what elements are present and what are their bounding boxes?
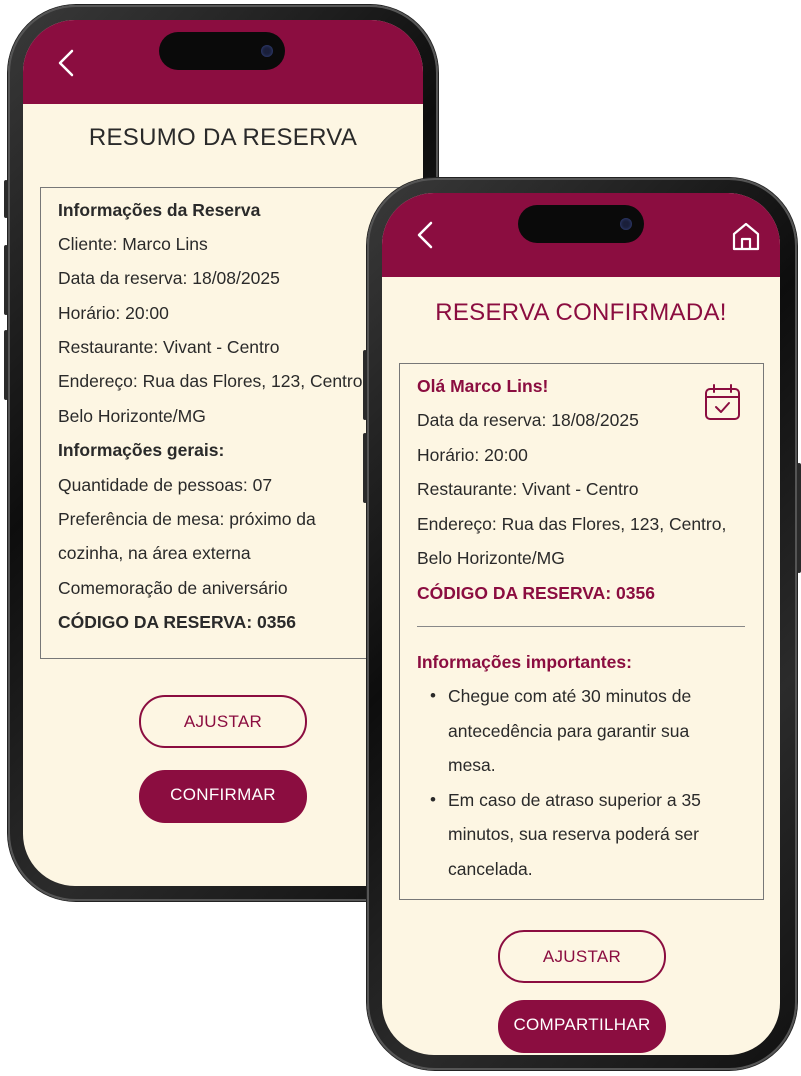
restaurant-text: Restaurante: Vivant - Centro [58,337,280,357]
dynamic-island [518,205,644,243]
side-button [4,245,8,315]
confirm-button[interactable]: CONFIRMAR [139,770,307,823]
note-2-line-2: minutos, sua reserva poderá ser [448,824,699,844]
restaurant-text: Restaurante: Vivant - Centro [417,479,639,499]
note-2-line-1: Em caso de atraso superior a 35 [448,790,701,810]
table-preference-text: cozinha, na área externa [58,543,251,563]
confirmation-card: Olá Marco Lins! Data da reserva: 18/08/2… [399,363,764,900]
reservation-summary-card: Informações da Reserva Cliente: Marco Li… [40,187,423,659]
camera-icon [620,218,632,230]
greeting-text: Olá Marco Lins! [417,376,549,396]
people-text: Quantidade de pessoas: 07 [58,475,273,495]
reservation-code: CÓDIGO DA RESERVA: 0356 [417,583,655,603]
important-heading: Informações importantes: [417,652,632,672]
celebration-text: Comemoração de aniversário [58,578,288,598]
calendar-check-icon [705,384,740,420]
client-text: Cliente: Marco Lins [58,234,208,254]
section-heading: Informações da Reserva [58,200,261,220]
confirmation-screen: RESERVA CONFIRMADA! Olá Marco Lins! Data… [382,193,780,1055]
note-1-line-3: mesa. [448,755,496,775]
camera-icon [261,45,273,57]
phone-confirmation: RESERVA CONFIRMADA! Olá Marco Lins! Data… [363,178,801,1070]
side-button [4,180,8,218]
time-text: Horário: 20:00 [417,445,528,465]
address-city-text: Belo Horizonte/MG [58,406,206,426]
page-title: RESERVA CONFIRMADA! [435,299,727,326]
note-2-line-3: cancelada. [448,859,533,879]
dynamic-island [159,32,285,70]
chevron-left-icon[interactable] [57,48,75,78]
adjust-button[interactable]: AJUSTAR [498,930,666,983]
side-button [363,433,367,503]
adjust-button[interactable]: AJUSTAR [139,695,307,748]
table-preference-text: Preferência de mesa: próximo da [58,509,316,529]
page-title: RESUMO DA RESERVA [88,124,358,151]
side-button [797,463,801,573]
chevron-left-icon[interactable] [416,220,434,250]
bullet-dot: • [430,790,436,809]
bullet-dot: • [430,686,436,705]
date-text: Data da reserva: 18/08/2025 [58,268,280,288]
time-text: Horário: 20:00 [58,303,169,323]
side-button [363,350,367,420]
note-1-line-2: antecedência para garantir sua [448,721,690,741]
reservation-code: CÓDIGO DA RESERVA: 0356 [58,612,296,632]
date-text: Data da reserva: 18/08/2025 [417,410,639,430]
address-city-text: Belo Horizonte/MG [417,548,565,568]
divider [417,626,745,627]
side-button [4,330,8,400]
note-1-line-1: Chegue com até 30 minutos de [448,686,692,706]
address-text: Endereço: Rua das Flores, 123, Centro, [417,514,727,534]
address-text: Endereço: Rua das Flores, 123, Centro, [58,371,368,391]
home-icon[interactable] [730,220,762,252]
share-button[interactable]: COMPARTILHAR [498,1000,666,1053]
section-heading: Informações gerais: [58,440,225,460]
